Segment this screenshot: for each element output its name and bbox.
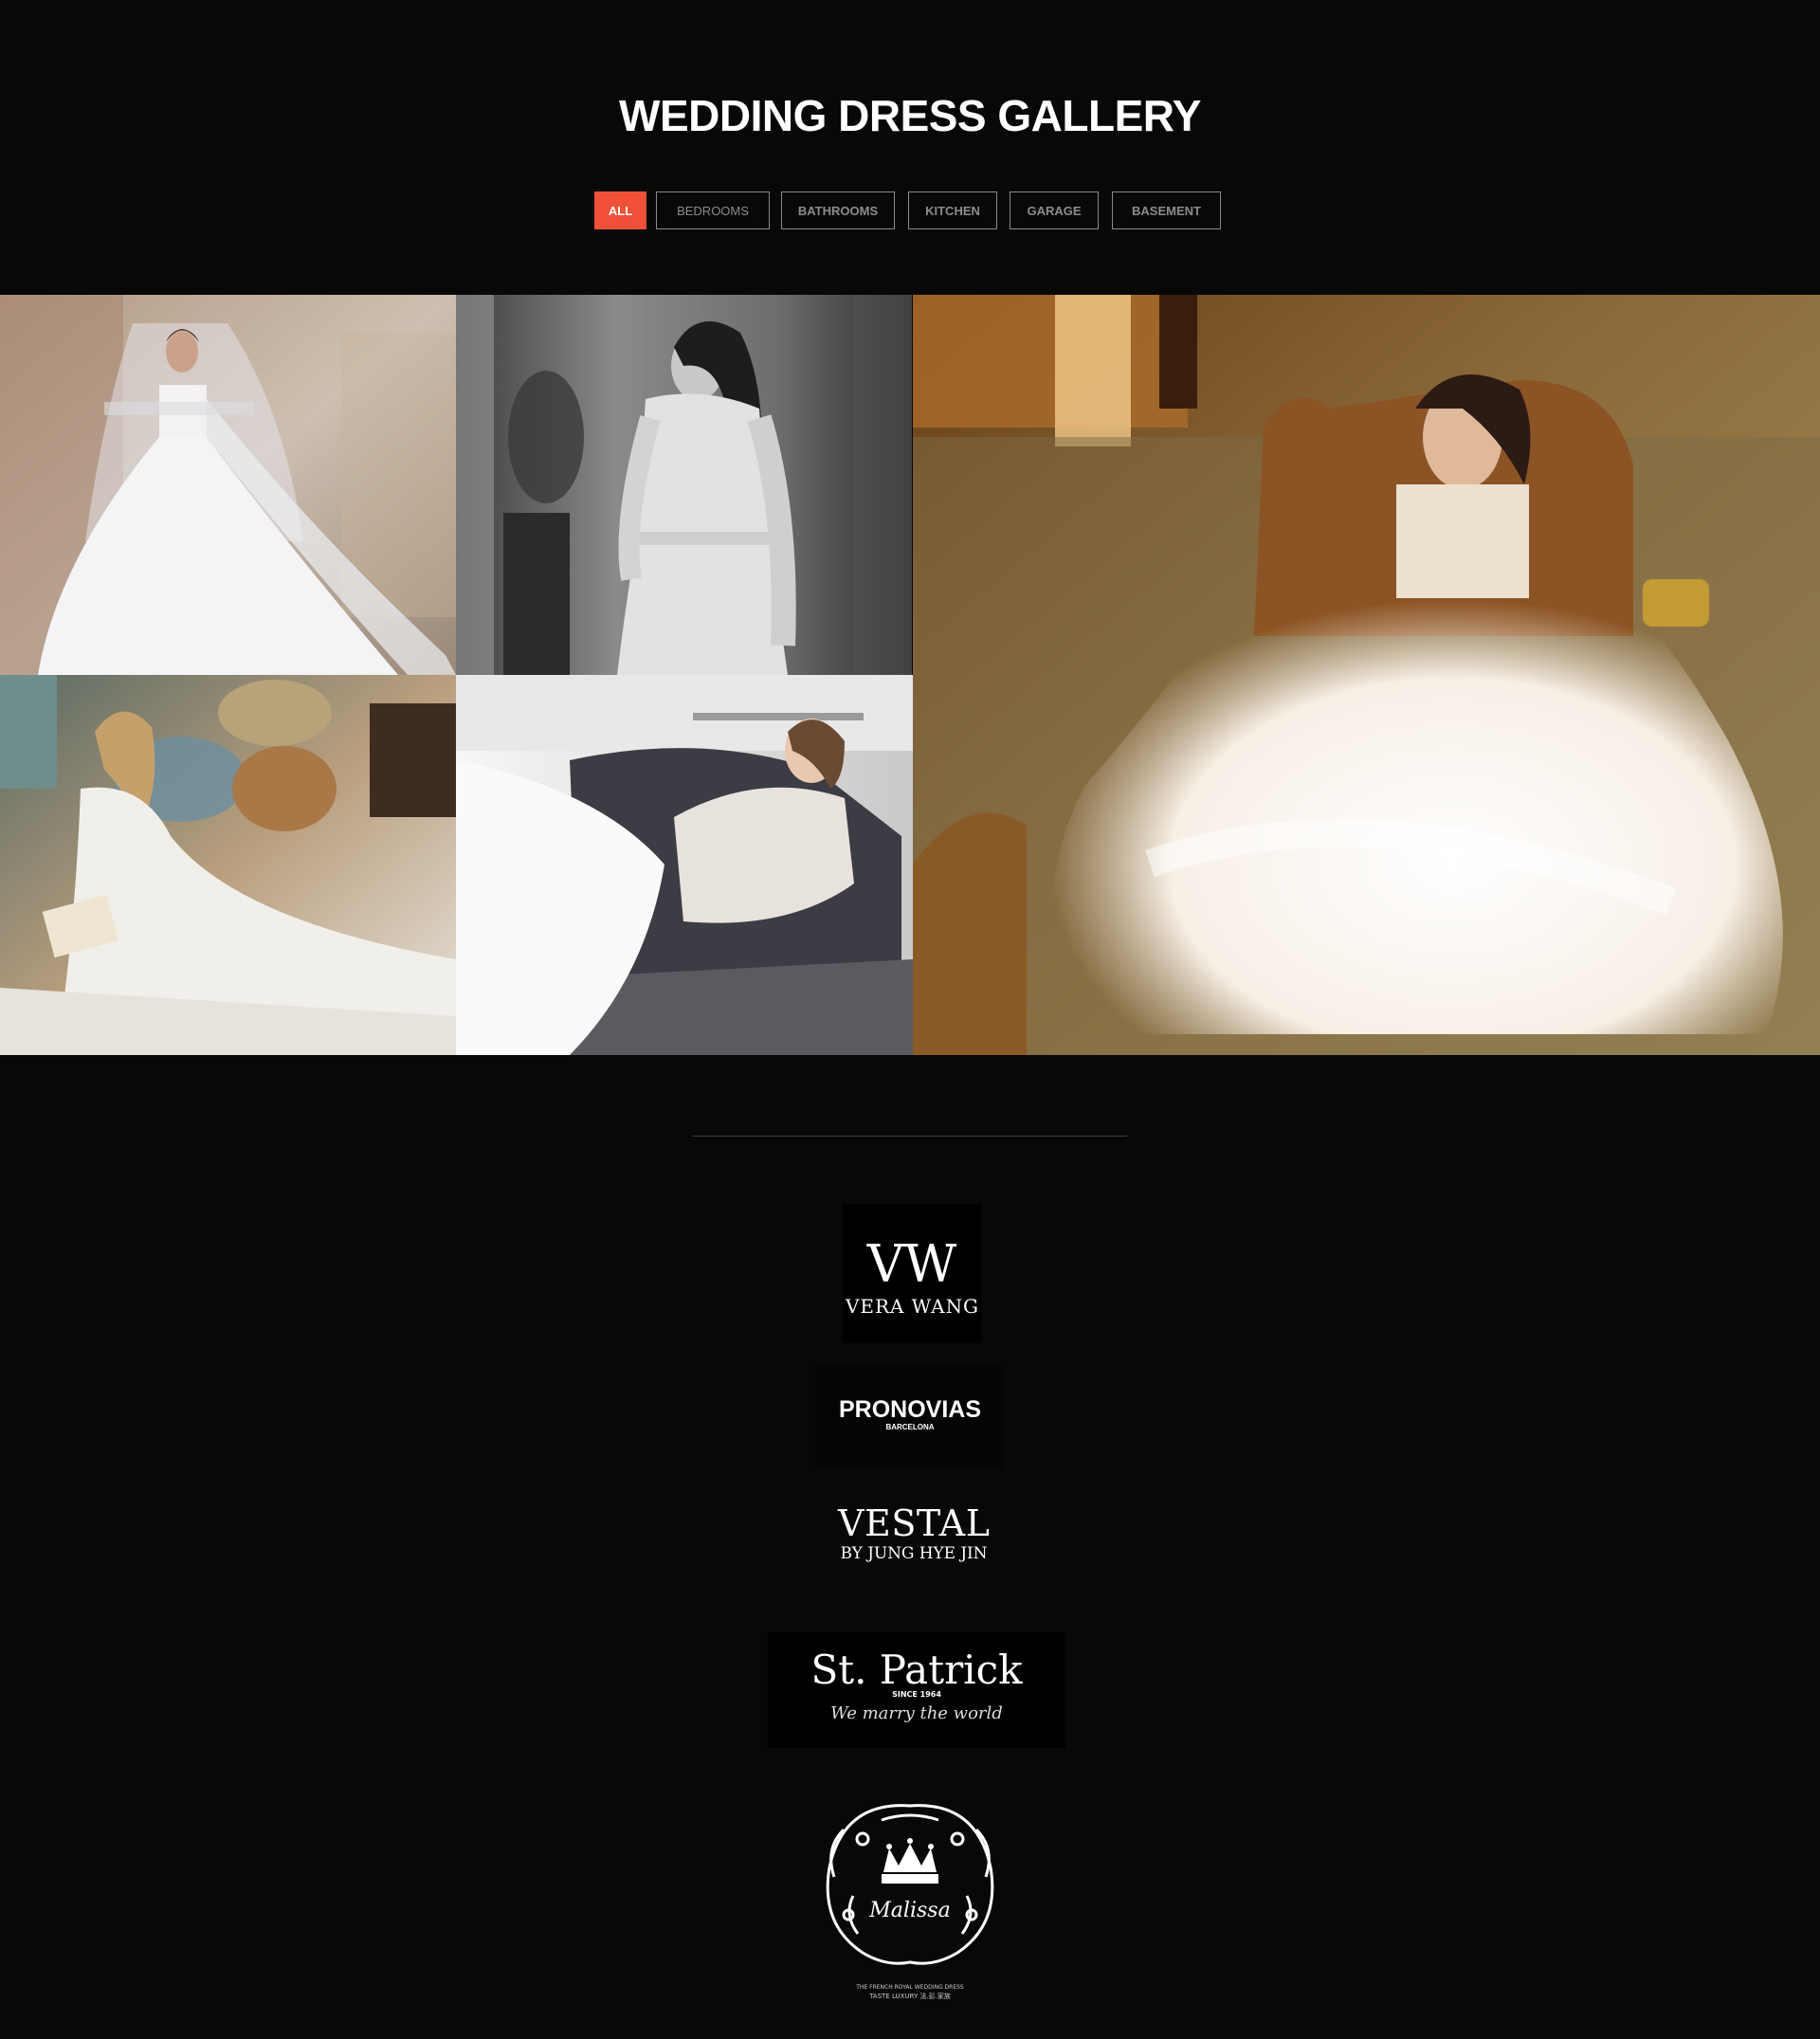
gallery-photo-1[interactable]: [0, 295, 456, 675]
pronovias-name: PRONOVIAS: [839, 1396, 981, 1423]
vera-wang-mark: VW: [866, 1234, 957, 1294]
st-patrick-tagline: We marry the world: [830, 1703, 1003, 1723]
crown-icon: [882, 1838, 938, 1884]
bride-reclining-photo: [0, 675, 456, 1055]
gallery-photo-4[interactable]: [0, 675, 456, 1055]
brand-st-patrick[interactable]: St. Patrick SINCE 1964 We marry the worl…: [768, 1632, 1065, 1748]
bride-chair-photo: [913, 295, 1820, 1055]
st-patrick-logo: St. Patrick SINCE 1964 We marry the worl…: [768, 1632, 1065, 1748]
brand-malissa[interactable]: Malissa THE FRENCH ROYAL WEDDING DRESS T…: [806, 1792, 1014, 2005]
section-divider: [693, 1136, 1127, 1137]
st-patrick-since: SINCE 1964: [892, 1690, 941, 1699]
filter-basement[interactable]: BASEMENT: [1112, 191, 1221, 229]
gallery-page: WEDDING DRESS GALLERY ALL BEDROOMS BATHR…: [0, 0, 1820, 2039]
malissa-name: Malissa: [868, 1899, 950, 1922]
bride-bw-photo: [456, 295, 912, 675]
filter-bathrooms[interactable]: BATHROOMS: [781, 191, 895, 229]
brand-pronovias[interactable]: PRONOVIAS BARCELONA: [815, 1365, 1005, 1469]
filter-kitchen[interactable]: KITCHEN: [908, 191, 997, 229]
filter-bar: ALL BEDROOMS BATHROOMS KITCHEN GARAGE BA…: [0, 191, 1820, 229]
malissa-line2: TASTE LUXURY 法.彭.家族: [868, 1992, 951, 2000]
pronovias-sub: BARCELONA: [885, 1423, 934, 1431]
brand-vera-wang[interactable]: VW VERA WANG: [843, 1204, 982, 1343]
gallery-photo-featured[interactable]: [913, 295, 1820, 1055]
vestal-logo: VESTAL BY JUNG HYE JIN: [815, 1484, 1005, 1588]
vera-wang-logo: VW VERA WANG: [843, 1204, 982, 1343]
bride-wall-photo: [0, 295, 456, 675]
photo-grid: [0, 295, 1820, 1055]
malissa-line1: THE FRENCH ROYAL WEDDING DRESS: [855, 1984, 964, 1991]
gallery-photo-2[interactable]: [456, 295, 912, 675]
gallery-photo-5[interactable]: [456, 675, 913, 1055]
vestal-name: VESTAL: [837, 1502, 990, 1544]
filter-garage[interactable]: GARAGE: [1010, 191, 1099, 229]
malissa-logo: Malissa THE FRENCH ROYAL WEDDING DRESS T…: [806, 1792, 1014, 2005]
page-title: WEDDING DRESS GALLERY: [619, 91, 1201, 140]
filter-bedrooms[interactable]: BEDROOMS: [656, 191, 770, 229]
vestal-sub: BY JUNG HYE JIN: [841, 1544, 988, 1563]
vera-wang-name: VERA WANG: [845, 1295, 978, 1318]
pronovias-logo: PRONOVIAS BARCELONA: [815, 1365, 1005, 1469]
filter-all[interactable]: ALL: [594, 191, 646, 229]
brand-vestal[interactable]: VESTAL BY JUNG HYE JIN: [815, 1484, 1005, 1588]
bride-lounge-photo: [456, 675, 913, 1055]
st-patrick-name: St. Patrick: [810, 1647, 1023, 1693]
